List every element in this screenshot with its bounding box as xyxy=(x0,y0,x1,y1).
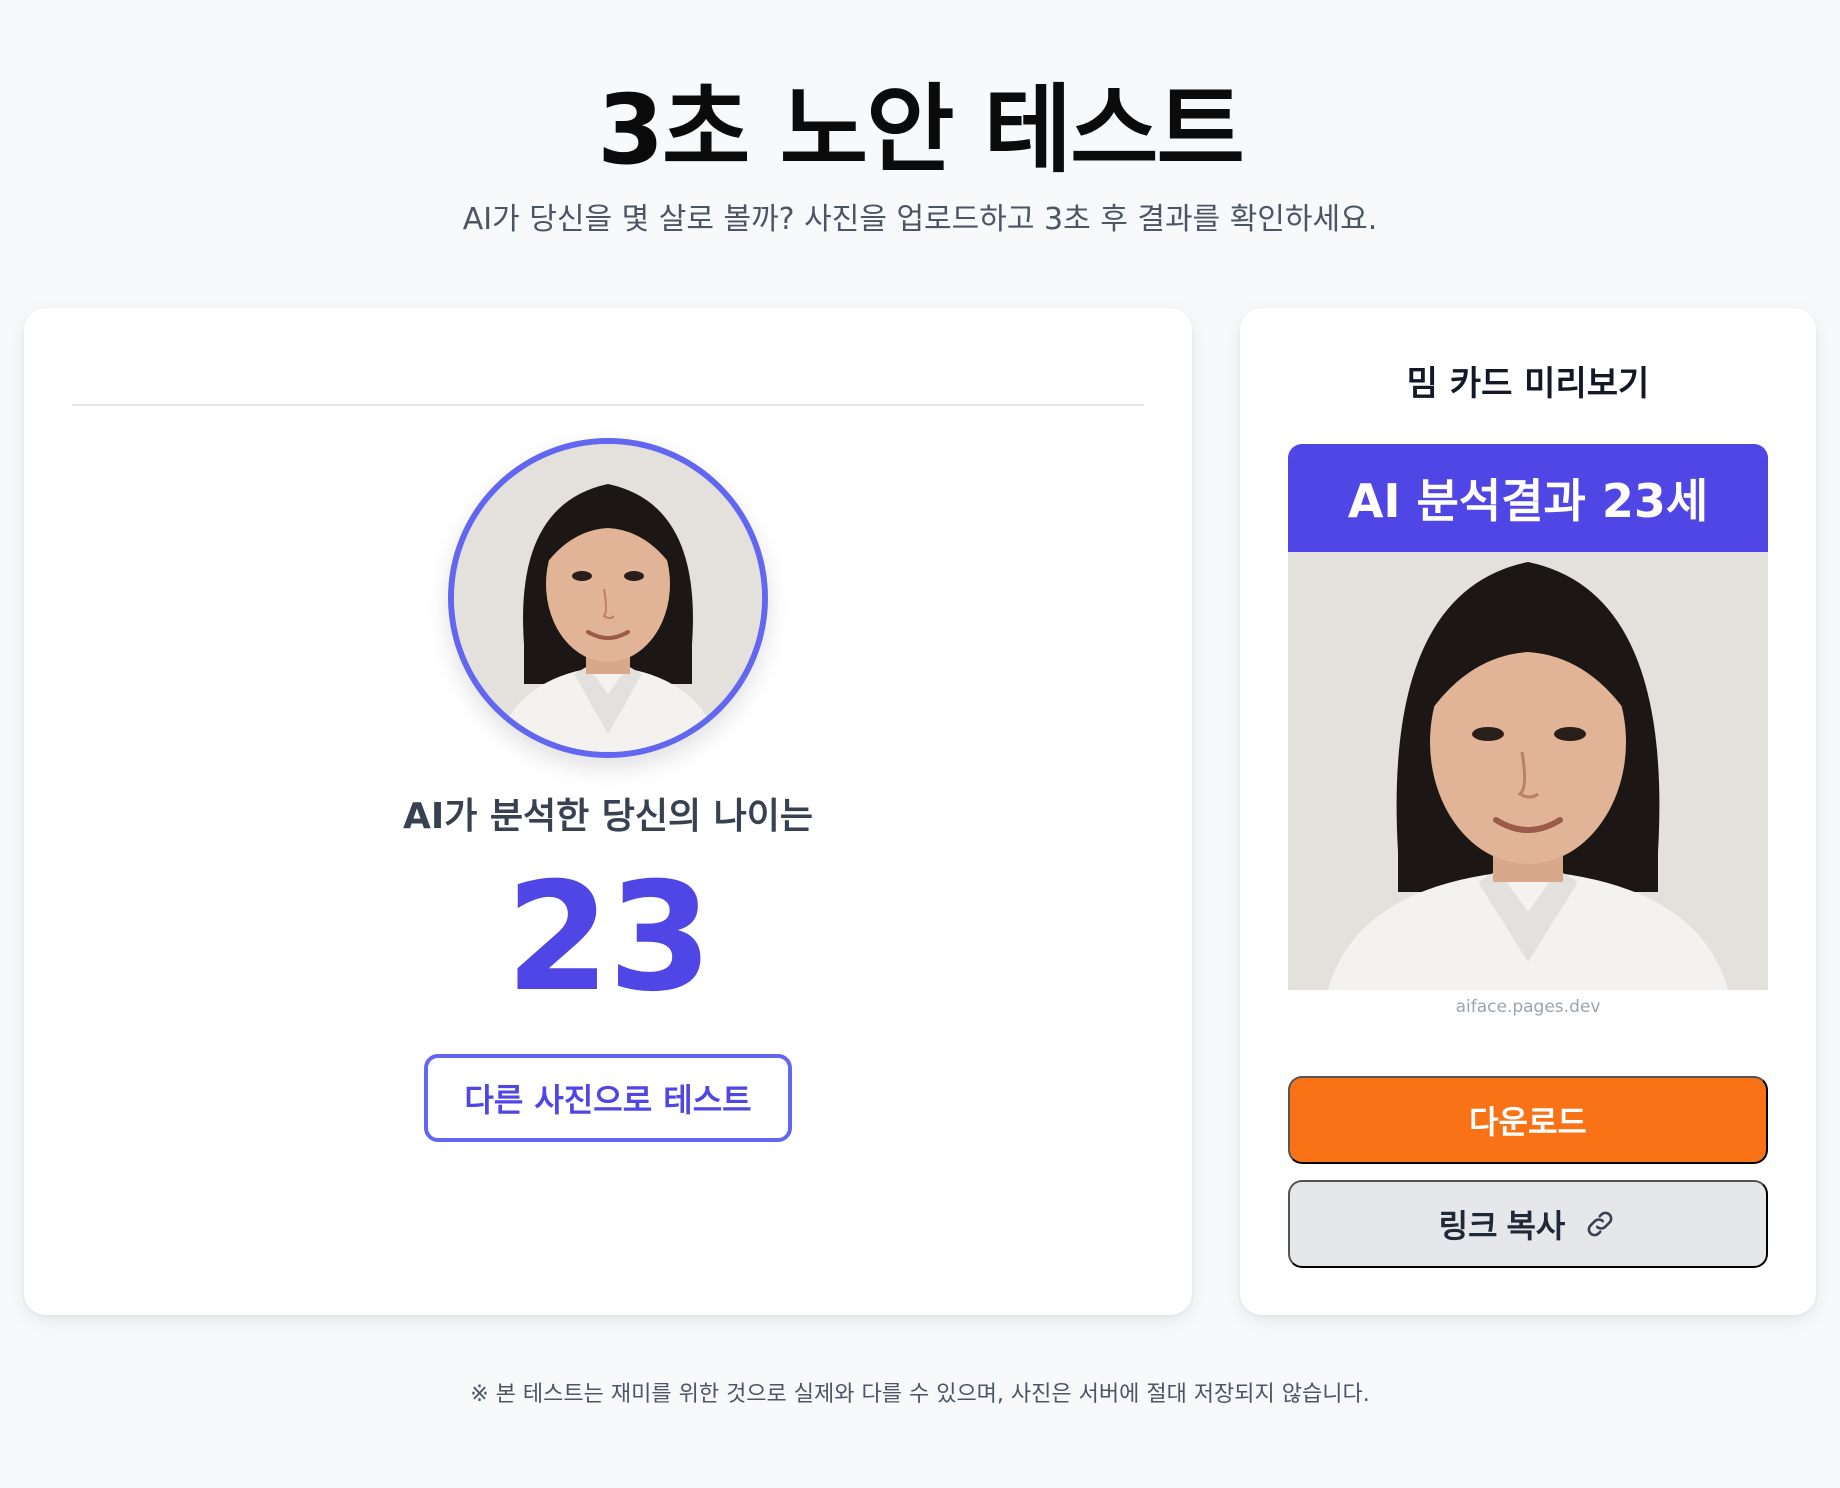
download-button[interactable]: 다운로드 xyxy=(1288,1076,1768,1164)
link-icon xyxy=(1583,1207,1617,1241)
result-label: AI가 분석한 당신의 나이는 xyxy=(402,796,814,837)
meme-card: AI 분석결과 23세 xyxy=(1288,444,1768,990)
meme-preview-title: 밈 카드 미리보기 xyxy=(1406,364,1650,404)
estimated-age-value: 23 xyxy=(505,851,713,1025)
meme-url: aiface.pages.dev xyxy=(1455,997,1601,1017)
disclaimer-footer: ※ 본 테스트는 재미를 위한 것으로 실제와 다를 수 있으며, 사진은 서버… xyxy=(470,1382,1370,1407)
copy-link-label: 링크 복사 xyxy=(1438,1208,1566,1244)
retry-test-button[interactable]: 다른 사진으로 테스트 xyxy=(424,1054,792,1142)
uploaded-photo-avatar xyxy=(448,438,768,758)
result-card: AI가 분석한 당신의 나이는 23 다른 사진으로 테스트 xyxy=(24,308,1192,1315)
divider xyxy=(72,404,1144,406)
meme-banner: AI 분석결과 23세 xyxy=(1288,444,1768,552)
meme-portrait-photo xyxy=(1288,552,1768,990)
meme-preview-card: 밈 카드 미리보기 AI 분석결과 23세 aiface.pages.dev 다… xyxy=(1240,308,1816,1315)
portrait-photo xyxy=(454,444,762,752)
page-subtitle: AI가 당신을 몇 살로 볼까? 사진을 업로드하고 3초 후 결과를 확인하세… xyxy=(462,202,1378,237)
copy-link-button[interactable]: 링크 복사 xyxy=(1288,1180,1768,1268)
page-title: 3초 노안 테스트 xyxy=(597,74,1245,186)
meme-photo xyxy=(1288,552,1768,990)
